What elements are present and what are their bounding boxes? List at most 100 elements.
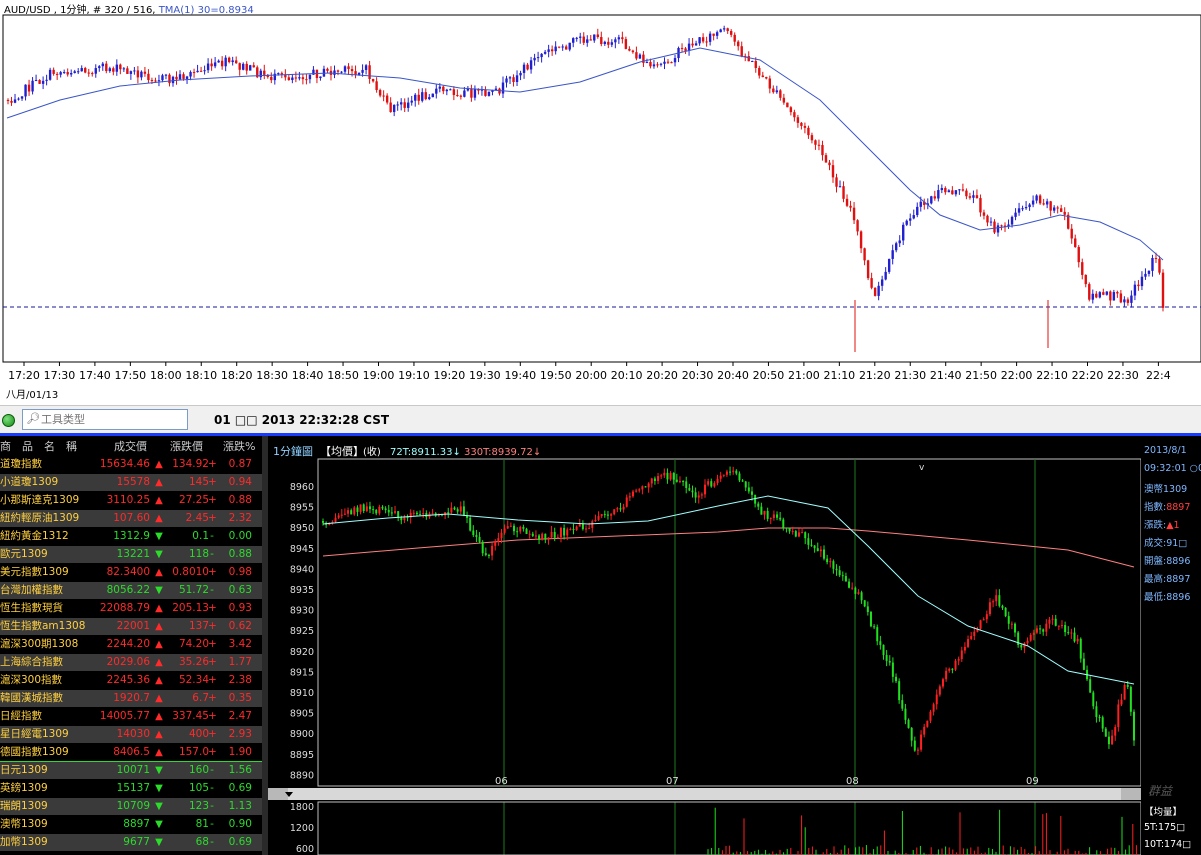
- candle-body: [898, 240, 901, 244]
- candle-body: [1021, 208, 1024, 210]
- candle-body: [754, 61, 757, 69]
- quote-name: 小那斯達克1309: [0, 494, 80, 506]
- candle-body: [819, 549, 822, 552]
- candle-body: [1102, 292, 1105, 295]
- quote-row[interactable]: 紐約黃金1312 1312.9 ▼ 0.1- 0.00: [0, 528, 262, 545]
- instrument-search[interactable]: 🔎︎: [22, 409, 188, 430]
- quote-row[interactable]: 德國指數1309 8406.5 ▲ 157.0 +1.90: [0, 744, 262, 761]
- candle-body: [231, 60, 234, 63]
- candle-body: [652, 64, 656, 67]
- quote-row[interactable]: 恆生指數現貨 22088.79 ▲ 205.13 +0.93: [0, 600, 262, 617]
- candle-body: [887, 258, 891, 272]
- candle-body: [588, 527, 591, 529]
- y-tick-label: 8920: [290, 647, 314, 658]
- quote-row[interactable]: 星日經電1309 14030 ▲ 400 +2.93: [0, 726, 262, 743]
- x-tick-label: 17:50: [114, 369, 146, 382]
- candle-body: [1095, 293, 1098, 298]
- candle-body: [372, 509, 375, 511]
- candle-body: [424, 92, 427, 100]
- candle-body: [895, 676, 898, 682]
- candle-body: [789, 107, 793, 113]
- scroll-left-button[interactable]: [268, 788, 288, 800]
- quote-row[interactable]: 加幣1309 9677 ▼ 68- 0.69: [0, 834, 262, 851]
- candle-body: [10, 100, 13, 103]
- x-tick-label: 17:20: [8, 369, 40, 382]
- candle-body: [382, 95, 385, 97]
- quote-sign: -: [210, 548, 214, 560]
- candle-body: [951, 190, 954, 195]
- candle-body: [663, 472, 666, 476]
- quote-pct: 2.32: [228, 512, 252, 524]
- avg-volume-5: 5T:175□: [1144, 822, 1186, 833]
- candle-body: [916, 206, 919, 216]
- quote-row[interactable]: 歐元1309 13221 ▼ 118- 0.88: [0, 546, 262, 563]
- candle-body: [1144, 273, 1147, 277]
- candle-body: [801, 532, 804, 534]
- candle-body: [694, 43, 698, 46]
- quote-row[interactable]: 澳幣1309 8897 ▼ 81- 0.90: [0, 816, 262, 833]
- candle-body: [920, 734, 923, 750]
- quote-row[interactable]: 小道瓊1309 15578 ▲ 145 +0.94: [0, 474, 262, 491]
- quote-row[interactable]: 瑞朗1309 10709 ▼ 123- 1.13: [0, 798, 262, 815]
- candle-body: [572, 38, 575, 43]
- quote-row[interactable]: 紐約輕原油1309 107.60 ▲ 2.45 +2.32: [0, 510, 262, 527]
- x-tick-label: 17:40: [79, 369, 111, 382]
- candle-body: [154, 80, 157, 82]
- quote-row[interactable]: 上海綜合指數 2029.06 ▲ 35.26 +1.77: [0, 654, 262, 671]
- candle-body: [586, 39, 589, 43]
- y-tick-label: 8940: [290, 564, 314, 575]
- quote-row[interactable]: 滬深300指數 2245.36 ▲ 52.34 +2.38: [0, 672, 262, 689]
- candle-body: [786, 102, 789, 108]
- candle-body: [559, 527, 562, 538]
- price-chart[interactable]: 17:20 17:30 17:40 17:50 18:00 18:10 18:20 18:30…: [0, 0, 1201, 405]
- quote-sign: -: [210, 800, 214, 812]
- candle-body: [452, 89, 456, 96]
- search-icon: 🔎︎: [26, 412, 40, 425]
- quote-row[interactable]: 小那斯達克1309 3110.25 ▲ 27.25 +0.88: [0, 492, 262, 509]
- candle-body: [938, 686, 941, 695]
- candle-body: [673, 58, 677, 63]
- candle-body: [666, 61, 670, 63]
- triangle-up-icon: ▲: [155, 639, 163, 650]
- candle-body: [751, 61, 754, 63]
- quote-row[interactable]: 滬深300期1308 2244.20 ▲ 74.20 +3.42: [0, 636, 262, 653]
- quote-row[interactable]: 韓國漢城指數 1920.7 ▲ 6.7 +0.35: [0, 690, 262, 707]
- quote-row[interactable]: 恆生指數am1308 22001 ▲ 137 +0.62: [0, 618, 262, 635]
- quote-detail-panel: 2013/8/1 09:32:01 ○0 澳幣1309 指數:8897 漲跌:▲…: [1141, 436, 1201, 796]
- quote-row[interactable]: 日經指數 14005.77 ▲ 337.45 +2.47: [0, 708, 262, 725]
- quote-row[interactable]: 美元指數1309 82.3400 ▲ 0.8010 +0.98: [0, 564, 262, 581]
- candle-body: [1014, 212, 1017, 217]
- quote-row[interactable]: 日元1309 10071 ▼ 160- 1.56: [0, 762, 262, 779]
- chart-mode[interactable]: 【均價】: [320, 444, 364, 458]
- candle-body: [1154, 258, 1158, 260]
- quote-price: 15634.46: [99, 458, 150, 470]
- candle-body: [356, 507, 359, 512]
- quote-row[interactable]: 英鎊1309 15137 ▼ 105- 0.69: [0, 780, 262, 797]
- x-tick-label: 19:30: [469, 369, 501, 382]
- candle-body: [641, 486, 644, 490]
- candle-body: [442, 86, 445, 92]
- candle-body: [308, 74, 312, 80]
- candle-body: [810, 135, 814, 141]
- quote-name: 德國指數1309: [0, 746, 69, 758]
- candle-body: [1007, 616, 1010, 624]
- candle-body: [926, 720, 929, 727]
- candle-body: [622, 506, 625, 510]
- time-scrollbar[interactable]: [268, 788, 1141, 800]
- intraday-chart[interactable]: 1分鐘圖 【均價】 (收) 72T:8911.33↓ 330T:8939.72↓ 8960…: [268, 436, 1201, 855]
- quote-row[interactable]: 台灣加權指數 8056.22 ▼ 51.72- 0.63: [0, 582, 262, 599]
- x-tick-label: 22:00: [1001, 369, 1033, 382]
- candle-body: [1126, 684, 1129, 687]
- candle-body: [954, 190, 958, 195]
- quote-row[interactable]: 道瓊指數 15634.46 ▲ 134.92 +0.87: [0, 456, 262, 473]
- search-input[interactable]: [39, 411, 187, 428]
- quote-name: 星日經電1309: [0, 728, 69, 740]
- candle-body: [564, 46, 568, 50]
- x-tick-label: 22:4: [1146, 369, 1171, 382]
- candle-body: [473, 89, 477, 98]
- intraday-chart-canvas[interactable]: 1分鐘圖 【均價】 (收) 72T:8911.33↓ 330T:8939.72↓ 8960…: [268, 436, 1201, 855]
- candle-body: [94, 68, 97, 74]
- candle-body: [522, 526, 525, 529]
- scroll-right-button[interactable]: [1121, 788, 1141, 800]
- candle-body: [459, 506, 462, 512]
